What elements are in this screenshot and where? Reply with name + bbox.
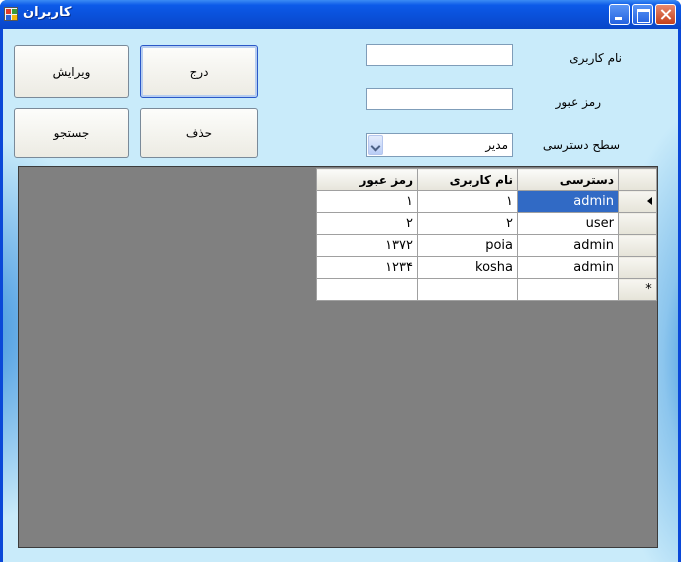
access-level-value: مدیر <box>485 138 508 152</box>
cell-access[interactable]: admin <box>517 190 619 213</box>
column-header-access[interactable]: دسترسی <box>517 168 619 191</box>
cell-username[interactable]: ۲ <box>417 212 518 235</box>
delete-button[interactable]: حذف <box>140 108 258 158</box>
access-level-select[interactable]: مدیر <box>366 133 513 157</box>
form-client-area: درج ویرایش حذف جستجو نام کاربری رمز عبور… <box>3 29 678 562</box>
column-header-username[interactable]: نام کاربری <box>417 168 518 191</box>
cell-username[interactable]: ۱ <box>417 190 518 213</box>
users-table: رمز عبور نام کاربری دسترسی ۱ ۱ admin ۲ ۲… <box>316 168 657 301</box>
username-input[interactable] <box>366 44 513 66</box>
corner-header[interactable] <box>618 168 657 191</box>
maximize-icon[interactable] <box>632 4 653 25</box>
row-header[interactable]: * <box>618 278 657 301</box>
cell-password[interactable]: ۱۳۷۲ <box>316 234 418 257</box>
main-window: کاربران درج ویرایش حذف جستجو نام کاربری … <box>0 0 681 562</box>
new-row[interactable]: * <box>316 278 657 301</box>
username-label: نام کاربری <box>569 51 622 65</box>
cell-access[interactable] <box>517 278 619 301</box>
chevron-down-icon[interactable] <box>368 135 383 155</box>
column-header-password[interactable]: رمز عبور <box>316 168 418 191</box>
edit-button[interactable]: ویرایش <box>14 45 129 98</box>
cell-password[interactable]: ۱ <box>316 190 418 213</box>
cell-access[interactable]: admin <box>517 234 619 257</box>
row-header[interactable] <box>618 234 657 257</box>
current-row-arrow-icon <box>647 197 652 205</box>
table-row[interactable]: ۲ ۲ user <box>316 212 657 235</box>
title-bar[interactable]: کاربران <box>0 0 681 29</box>
table-row[interactable]: ۱۳۷۲ poia admin <box>316 234 657 257</box>
table-header-row: رمز عبور نام کاربری دسترسی <box>316 168 657 191</box>
row-header[interactable] <box>618 256 657 279</box>
users-data-grid[interactable]: رمز عبور نام کاربری دسترسی ۱ ۱ admin ۲ ۲… <box>18 166 658 548</box>
cell-password[interactable]: ۱۲۳۴ <box>316 256 418 279</box>
password-label: رمز عبور <box>555 95 601 109</box>
cell-access[interactable]: admin <box>517 256 619 279</box>
window-title: کاربران <box>23 5 72 20</box>
cell-access[interactable]: user <box>517 212 619 235</box>
new-row-marker: * <box>645 282 652 297</box>
row-header[interactable] <box>618 212 657 235</box>
insert-button[interactable]: درج <box>140 45 258 98</box>
password-input[interactable] <box>366 88 513 110</box>
access-level-label: سطح دسترسی <box>542 138 620 152</box>
search-button[interactable]: جستجو <box>14 108 129 158</box>
cell-username[interactable] <box>417 278 518 301</box>
table-row[interactable]: ۱ ۱ admin <box>316 190 657 213</box>
cell-password[interactable]: ۲ <box>316 212 418 235</box>
close-icon[interactable] <box>655 4 676 25</box>
minimize-icon[interactable] <box>609 4 630 25</box>
table-row[interactable]: ۱۲۳۴ kosha admin <box>316 256 657 279</box>
cell-username[interactable]: kosha <box>417 256 518 279</box>
app-icon <box>4 7 18 21</box>
cell-username[interactable]: poia <box>417 234 518 257</box>
cell-password[interactable] <box>316 278 418 301</box>
row-header[interactable] <box>618 190 657 213</box>
